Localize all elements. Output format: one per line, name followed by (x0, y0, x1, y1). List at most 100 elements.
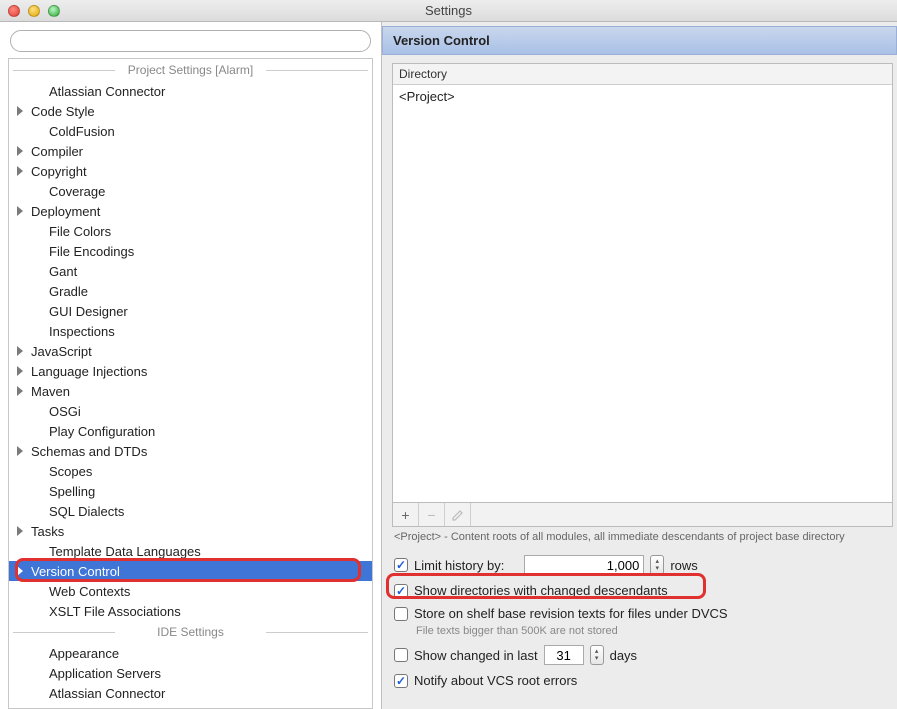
opt-show-changed-unit: days (610, 648, 637, 663)
tree-item[interactable]: Coverage (9, 181, 372, 201)
sidebar: Project Settings [Alarm] Atlassian Conne… (0, 22, 382, 709)
tree-item[interactable]: Language Injections (9, 361, 372, 381)
tree-item[interactable]: Web Contexts (9, 581, 372, 601)
tree-item-label: Language Injections (31, 364, 147, 379)
tree-item[interactable]: Maven (9, 381, 372, 401)
add-button[interactable]: + (393, 503, 419, 526)
tree-item-label: JavaScript (31, 344, 92, 359)
chevron-right-icon[interactable] (17, 206, 23, 216)
tree-item-label: Deployment (31, 204, 100, 219)
tree-item-label: Atlassian Connector (49, 84, 165, 99)
vcs-options: Limit history by: ▴▾ rows Show directori… (382, 543, 897, 692)
tree-item[interactable]: Play Configuration (9, 421, 372, 441)
opt-notify-label: Notify about VCS root errors (414, 673, 577, 688)
directory-column-header[interactable]: Directory (393, 64, 892, 85)
opt-show-directories[interactable]: Show directories with changed descendant… (394, 579, 891, 602)
tree-item[interactable]: Console Folding (9, 703, 372, 709)
directory-row[interactable]: <Project> (393, 85, 892, 502)
checkbox-icon[interactable] (394, 558, 408, 572)
limit-history-input[interactable] (524, 555, 644, 575)
chevron-right-icon[interactable] (17, 446, 23, 456)
tree-item[interactable]: File Colors (9, 221, 372, 241)
tree-item[interactable]: File Encodings (9, 241, 372, 261)
tree-item-label: Gant (49, 264, 77, 279)
show-changed-input[interactable] (544, 645, 584, 665)
tree-item-label: Atlassian Connector (49, 686, 165, 701)
tree-item[interactable]: Deployment (9, 201, 372, 221)
tree-item-label: Coverage (49, 184, 105, 199)
tree-item[interactable]: Copyright (9, 161, 372, 181)
tree-item[interactable]: Schemas and DTDs (9, 441, 372, 461)
tree-item-label: Application Servers (49, 666, 161, 681)
tree-item[interactable]: Atlassian Connector (9, 81, 372, 101)
tree-item[interactable]: OSGi (9, 401, 372, 421)
detail-panel: Version Control Directory <Project> + − … (382, 22, 897, 709)
directory-table: Directory <Project> (392, 63, 893, 503)
chevron-right-icon[interactable] (17, 386, 23, 396)
tree-item-label: File Encodings (49, 244, 134, 259)
tree-item-label: Inspections (49, 324, 115, 339)
checkbox-icon[interactable] (394, 648, 408, 662)
tree-item[interactable]: Template Data Languages (9, 541, 372, 561)
stepper-icon[interactable]: ▴▾ (650, 555, 664, 575)
opt-show-changed[interactable]: Show changed in last ▴▾ days (394, 641, 891, 669)
tree-item-label: Compiler (31, 144, 83, 159)
opt-store-shelf-note: File texts bigger than 500K are not stor… (394, 625, 891, 641)
tree-item[interactable]: Scopes (9, 461, 372, 481)
tree-item[interactable]: Gradle (9, 281, 372, 301)
tree-item[interactable]: Code Style (9, 101, 372, 121)
chevron-right-icon[interactable] (17, 166, 23, 176)
tree-item[interactable]: JavaScript (9, 341, 372, 361)
tree-item[interactable]: XSLT File Associations (9, 601, 372, 621)
window-title: Settings (0, 3, 897, 18)
checkbox-icon[interactable] (394, 674, 408, 688)
opt-store-shelf[interactable]: Store on shelf base revision texts for f… (394, 602, 891, 625)
tree-item-label: GUI Designer (49, 304, 128, 319)
titlebar: Settings (0, 0, 897, 22)
directory-toolbar: + − (392, 503, 893, 527)
chevron-right-icon[interactable] (17, 106, 23, 116)
chevron-right-icon[interactable] (17, 366, 23, 376)
tree-item-label: Tasks (31, 524, 64, 539)
tree-item-label: SQL Dialects (49, 504, 124, 519)
edit-button[interactable] (445, 503, 471, 526)
tree-item[interactable]: ColdFusion (9, 121, 372, 141)
opt-notify-vcs[interactable]: Notify about VCS root errors (394, 669, 891, 692)
search-input[interactable] (10, 30, 371, 52)
chevron-right-icon[interactable] (17, 526, 23, 536)
directory-help-text: <Project> - Content roots of all modules… (382, 527, 897, 543)
settings-tree[interactable]: Project Settings [Alarm] Atlassian Conne… (8, 58, 373, 709)
remove-button[interactable]: − (419, 503, 445, 526)
tree-item[interactable]: Gant (9, 261, 372, 281)
opt-limit-history[interactable]: Limit history by: ▴▾ rows (394, 551, 891, 579)
tree-item[interactable]: SQL Dialects (9, 501, 372, 521)
tree-item-label: Maven (31, 384, 70, 399)
tree-item[interactable]: Application Servers (9, 663, 372, 683)
tree-item-label: Console Folding (49, 706, 143, 709)
tree-item-label: Copyright (31, 164, 87, 179)
chevron-right-icon[interactable] (17, 346, 23, 356)
tree-item[interactable]: Atlassian Connector (9, 683, 372, 703)
checkbox-icon[interactable] (394, 584, 408, 598)
opt-store-shelf-label: Store on shelf base revision texts for f… (414, 606, 728, 621)
tree-item[interactable]: Compiler (9, 141, 372, 161)
chevron-right-icon[interactable] (17, 146, 23, 156)
tree-item[interactable]: GUI Designer (9, 301, 372, 321)
opt-show-dirs-label: Show directories with changed descendant… (414, 583, 668, 598)
tree-item-label: File Colors (49, 224, 111, 239)
chevron-right-icon[interactable] (17, 566, 23, 576)
tree-item[interactable]: Version Control (9, 561, 372, 581)
stepper-icon[interactable]: ▴▾ (590, 645, 604, 665)
tree-item-label: OSGi (49, 404, 81, 419)
tree-item-label: Schemas and DTDs (31, 444, 147, 459)
opt-limit-unit: rows (670, 558, 697, 573)
checkbox-icon[interactable] (394, 607, 408, 621)
tree-item-label: Web Contexts (49, 584, 130, 599)
section-header-project: Project Settings [Alarm] (9, 63, 372, 77)
tree-item[interactable]: Inspections (9, 321, 372, 341)
tree-item[interactable]: Appearance (9, 643, 372, 663)
tree-item[interactable]: Tasks (9, 521, 372, 541)
tree-item[interactable]: Spelling (9, 481, 372, 501)
section-header-ide: IDE Settings (9, 625, 372, 639)
tree-item-label: XSLT File Associations (49, 604, 181, 619)
